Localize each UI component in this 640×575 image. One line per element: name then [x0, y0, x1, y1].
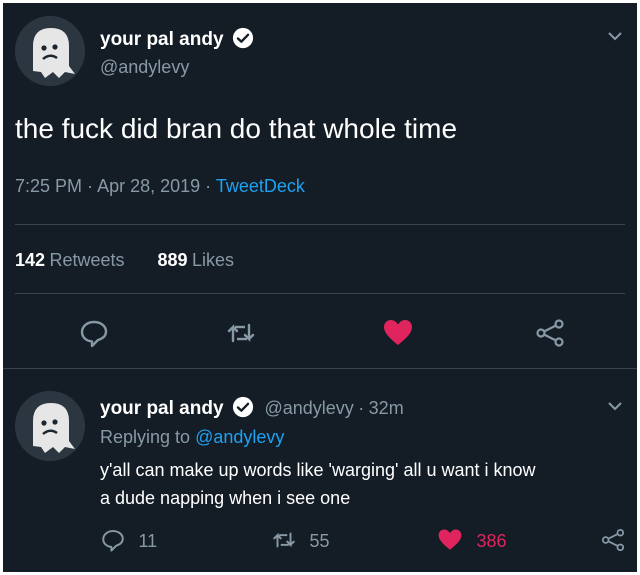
- replying-to: Replying to @andylevy: [100, 427, 284, 448]
- retweets-count: 142: [15, 250, 46, 270]
- display-name[interactable]: your pal andy: [100, 29, 224, 50]
- reply-icon[interactable]: [78, 317, 110, 349]
- chevron-down-icon[interactable]: [606, 27, 624, 45]
- reply-icon: [102, 530, 124, 552]
- meta-separator: ·: [87, 176, 94, 196]
- chevron-down-icon[interactable]: [606, 397, 624, 415]
- reply-text-line1: y'all can make up words like 'warging' a…: [100, 460, 536, 480]
- retweet-icon: [273, 532, 295, 548]
- likes-stat[interactable]: 889 Likes: [157, 250, 234, 270]
- likes-count: 889: [157, 250, 188, 270]
- share-icon[interactable]: [534, 317, 566, 349]
- reply-header: your pal andy @andylevy · 32m: [100, 396, 404, 420]
- divider: [3, 368, 637, 369]
- tweet-screen: your pal andy @andylevy the fuck did bra…: [3, 3, 637, 572]
- ghost-avatar-icon: [15, 391, 85, 461]
- divider: [15, 224, 625, 225]
- avatar[interactable]: [15, 16, 85, 86]
- like-count: 386: [476, 531, 507, 551]
- retweet-action[interactable]: 55: [271, 527, 329, 553]
- tweet-date[interactable]: Apr 28, 2019: [97, 176, 200, 196]
- tweet-source[interactable]: TweetDeck: [216, 176, 305, 196]
- reply-action[interactable]: 11: [100, 527, 157, 553]
- author-handle[interactable]: @andylevy: [264, 398, 353, 418]
- replying-to-link[interactable]: @andylevy: [195, 427, 284, 447]
- meta-separator: ·: [358, 398, 365, 418]
- likes-label: Likes: [191, 250, 234, 270]
- reply-count: 11: [138, 531, 158, 551]
- reply-text-line2: a dude napping when i see one: [100, 488, 351, 508]
- replying-prefix: Replying to: [100, 427, 191, 447]
- divider: [15, 293, 625, 294]
- tweet-time[interactable]: 7:25 PM: [15, 176, 82, 196]
- like-action[interactable]: 386: [436, 527, 507, 553]
- meta-separator: ·: [205, 176, 212, 196]
- tweet-meta: 7:25 PM · Apr 28, 2019 · TweetDeck: [15, 176, 305, 197]
- ghost-avatar-icon: [15, 16, 85, 86]
- author-handle[interactable]: @andylevy: [100, 57, 189, 78]
- display-name[interactable]: your pal andy: [100, 398, 224, 419]
- tweet-text: the fuck did bran do that whole time: [15, 113, 458, 144]
- tweet-age[interactable]: 32m: [369, 398, 404, 418]
- retweets-label: Retweets: [49, 250, 125, 270]
- verified-badge-icon: [232, 396, 254, 418]
- avatar[interactable]: [15, 391, 85, 461]
- author-name-row: your pal andy: [100, 27, 254, 51]
- tweet-stats: 142 Retweets 889 Likes: [15, 250, 234, 271]
- heart-icon[interactable]: [382, 317, 414, 349]
- retweet-count: 55: [309, 531, 330, 551]
- verified-badge-icon: [232, 27, 254, 49]
- retweet-icon[interactable]: [225, 317, 257, 349]
- share-icon[interactable]: [600, 527, 626, 553]
- retweets-stat[interactable]: 142 Retweets: [15, 250, 129, 270]
- heart-icon: [438, 529, 462, 550]
